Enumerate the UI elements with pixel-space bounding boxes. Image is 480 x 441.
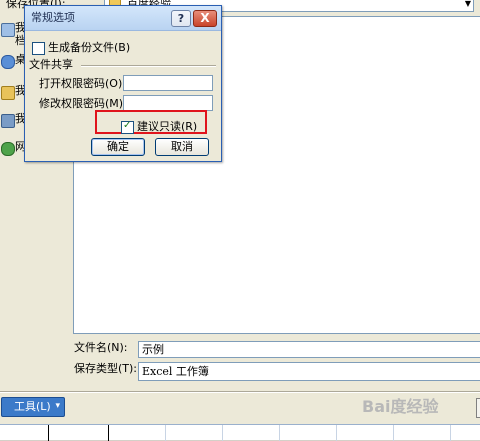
read-only-option[interactable]: 建议只读(R) bbox=[121, 119, 198, 134]
read-only-label: 建议只读(R) bbox=[137, 120, 198, 133]
cancel-button[interactable]: 取消 bbox=[155, 138, 209, 156]
close-button[interactable]: X bbox=[193, 10, 217, 27]
help-button[interactable]: ? bbox=[171, 10, 191, 27]
save-button[interactable] bbox=[476, 398, 480, 418]
grid-line bbox=[48, 425, 49, 441]
my-documents-icon bbox=[1, 86, 15, 100]
backup-label: 生成备份文件(B) bbox=[48, 41, 131, 54]
grid-line bbox=[336, 425, 337, 441]
divider bbox=[0, 391, 480, 393]
backup-checkbox[interactable] bbox=[32, 41, 45, 55]
grid-line bbox=[165, 425, 166, 441]
modify-password-field[interactable] bbox=[123, 95, 213, 111]
grid-line bbox=[222, 425, 223, 441]
open-password-label: 打开权限密码(O): bbox=[39, 77, 126, 90]
group-divider bbox=[81, 65, 216, 67]
my-recent-documents-icon bbox=[1, 23, 15, 37]
desktop-icon bbox=[1, 55, 15, 69]
spreadsheet-strip bbox=[0, 424, 480, 441]
backup-option[interactable]: 生成备份文件(B) bbox=[32, 41, 130, 55]
network-places-icon bbox=[1, 142, 15, 156]
open-password-field[interactable] bbox=[123, 75, 213, 91]
grid-line bbox=[279, 425, 280, 441]
grid-line bbox=[393, 425, 394, 441]
chevron-down-icon: ▾ bbox=[55, 401, 60, 411]
grid-line bbox=[450, 425, 451, 441]
dialog-title: 常规选项 bbox=[31, 11, 75, 24]
title-bar[interactable]: 常规选项 bbox=[25, 6, 221, 31]
read-only-checkbox[interactable] bbox=[121, 119, 134, 134]
file-sharing-label: 文件共享 bbox=[29, 58, 73, 71]
grid-line bbox=[108, 425, 109, 441]
ok-button[interactable]: 确定 bbox=[91, 138, 145, 156]
file-name-input[interactable]: 示例 bbox=[138, 341, 480, 358]
file-name-label: 文件名(N): bbox=[74, 341, 128, 354]
my-computer-icon bbox=[1, 114, 15, 128]
general-options-dialog: 常规选项 ? X 生成备份文件(B) 文件共享 打开权限密码(O): 修改权限密… bbox=[24, 5, 222, 162]
tools-button[interactable]: 工具(L) ▾ bbox=[1, 397, 65, 417]
file-type-select[interactable]: Excel 工作簿 bbox=[138, 362, 480, 381]
modify-password-label: 修改权限密码(M): bbox=[39, 97, 127, 110]
file-type-label: 保存类型(T): bbox=[74, 362, 138, 375]
chevron-down-icon[interactable]: ▼ bbox=[465, 0, 471, 9]
tools-label: 工具(L) bbox=[14, 400, 51, 413]
watermark: Bai度经验 bbox=[362, 397, 439, 416]
